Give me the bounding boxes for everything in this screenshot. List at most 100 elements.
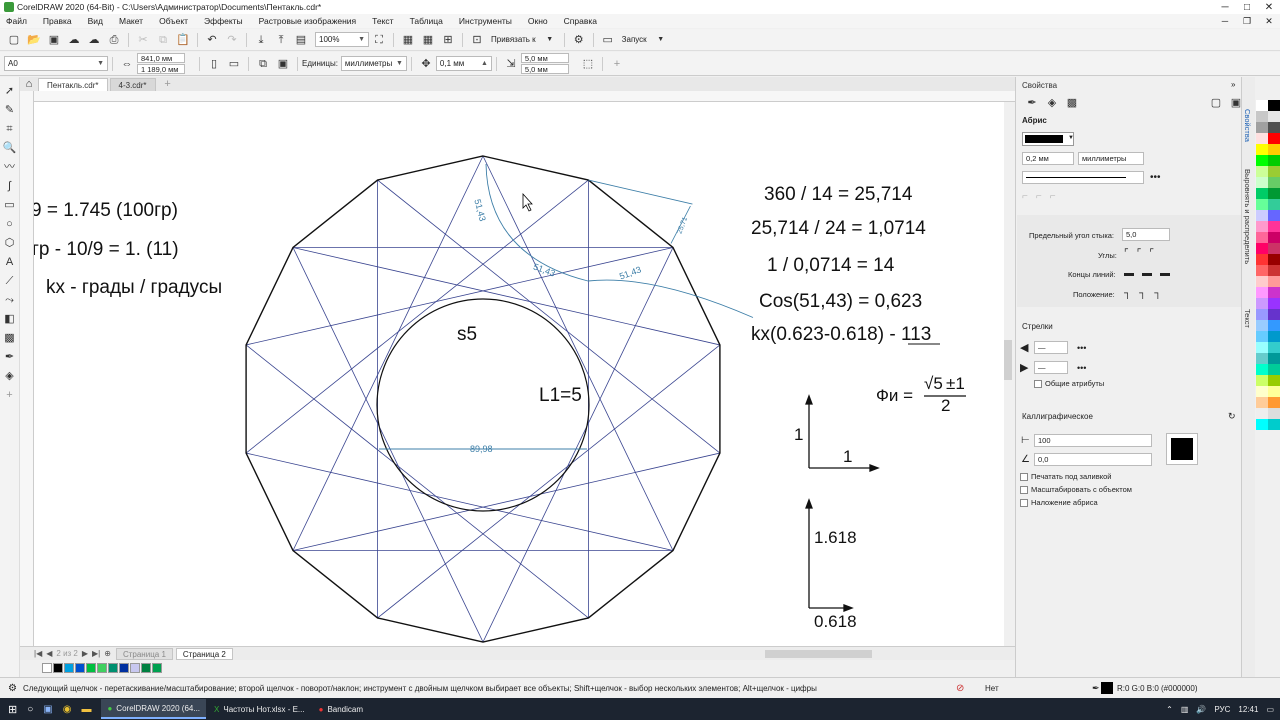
palette-swatch[interactable] [1268, 177, 1280, 188]
palette-swatch[interactable] [1256, 265, 1268, 276]
palette-swatch[interactable] [1268, 320, 1280, 331]
palette-swatch[interactable] [1256, 320, 1268, 331]
join-preset-icon[interactable]: ⌐ [1036, 191, 1042, 202]
cap-square-icon[interactable]: ▬ [1124, 268, 1134, 279]
connector-tool-icon[interactable]: ⤳ [2, 292, 18, 308]
chrome-icon[interactable]: ◉ [63, 704, 72, 715]
menu-table[interactable]: Таблица [410, 16, 443, 26]
chevron-down-icon[interactable]: ▼ [1068, 135, 1074, 141]
add-tool-icon[interactable]: + [2, 387, 18, 403]
palette-swatch[interactable] [1268, 419, 1280, 430]
scale-with-object-checkbox[interactable] [1020, 486, 1028, 495]
calligraphy-angle-input[interactable]: 0,0 [1034, 453, 1152, 466]
palette-swatch[interactable] [1256, 177, 1268, 188]
zoom-tool-icon[interactable]: 🔍 [2, 140, 18, 156]
snap-to-dropdown[interactable]: Привязать к [491, 35, 536, 44]
more-options-icon[interactable]: ••• [1150, 172, 1161, 183]
zoom-level-select[interactable]: 100% ▼ [315, 32, 369, 47]
menu-file[interactable]: Файл [6, 16, 27, 26]
no-color-swatch[interactable] [42, 662, 52, 673]
palette-swatch[interactable] [1256, 419, 1268, 430]
palette-swatch[interactable] [1256, 232, 1268, 243]
swatch-black[interactable] [53, 662, 63, 673]
portrait-icon[interactable]: ▯ [207, 57, 221, 71]
nudge-distance-input[interactable]: 0,1 мм ▲ [435, 56, 492, 71]
position-center-icon[interactable]: ┐ [1139, 288, 1146, 299]
vertical-scrollbar-thumb[interactable] [1004, 340, 1012, 380]
side-tab-text[interactable]: Текст [1243, 309, 1252, 328]
text-tool-icon[interactable]: A [2, 254, 18, 270]
doc-close-button[interactable]: ✕ [1258, 16, 1280, 27]
snap-icon[interactable]: ⊡ [470, 33, 484, 47]
menu-effects[interactable]: Эффекты [204, 16, 243, 26]
search-icon[interactable]: ○ [27, 704, 33, 715]
vertical-ruler[interactable] [20, 91, 34, 646]
cap-extended-icon[interactable]: ▬ [1160, 268, 1170, 279]
palette-swatch[interactable] [1256, 408, 1268, 419]
fill-tool-icon[interactable]: ◈ [2, 368, 18, 384]
shadow-tool-icon[interactable]: ◧ [2, 311, 18, 327]
palette-swatch[interactable] [1268, 276, 1280, 287]
print-under-fill-row[interactable]: Печатать под заливкой [1020, 472, 1111, 482]
clock[interactable]: 12:41 [1238, 705, 1258, 714]
page-tab-2[interactable]: Страница 2 [175, 647, 233, 660]
dimension-tool-icon[interactable]: ⟋ [2, 273, 18, 289]
open-folder-icon[interactable]: 📂 [27, 33, 41, 47]
menu-edit[interactable]: Правка [43, 16, 72, 26]
notifications-icon[interactable]: ▭ [1266, 705, 1274, 714]
swatch-lightgreen[interactable] [97, 662, 107, 673]
palette-swatch[interactable] [1268, 166, 1280, 177]
artistic-media-icon[interactable]: ∫ [2, 178, 18, 194]
end-arrow-select[interactable]: — [1034, 361, 1068, 374]
pdf-export-icon[interactable]: ▤ [294, 33, 308, 47]
palette-swatch[interactable] [1268, 210, 1280, 221]
tray-chevron-icon[interactable]: ⌃ [1166, 705, 1173, 714]
new-document-icon[interactable]: ▢ [7, 33, 21, 47]
folder-icon[interactable]: ▬ [81, 704, 91, 715]
close-button[interactable]: ✕ [1258, 2, 1280, 13]
add-page-icon[interactable]: ⊕ [104, 649, 111, 658]
print-under-fill-checkbox[interactable] [1020, 473, 1028, 482]
palette-swatch[interactable] [1256, 342, 1268, 353]
menu-tools[interactable]: Инструменты [459, 16, 512, 26]
palette-swatch[interactable] [1256, 243, 1268, 254]
volume-icon[interactable]: 🔊 [1196, 705, 1206, 714]
palette-swatch[interactable] [1256, 364, 1268, 375]
eyedropper-tool-icon[interactable]: ✒ [2, 349, 18, 365]
scale-with-object-row[interactable]: Масштабировать с объектом [1020, 485, 1132, 495]
drawing-canvas[interactable]: 51,43 51,43 51,43 25,71 89,98 9 = 1.745 … [34, 102, 1004, 646]
palette-swatch[interactable] [1256, 386, 1268, 397]
menu-window[interactable]: Окно [528, 16, 548, 26]
horizontal-scrollbar-thumb[interactable] [765, 650, 872, 658]
join-preset-icon[interactable]: ⌐ [1050, 191, 1056, 202]
next-page-icon[interactable]: ▶ [82, 649, 88, 658]
palette-swatch[interactable] [1268, 243, 1280, 254]
page-size-select[interactable]: A0 ▼ [4, 56, 108, 71]
start-arrow-select[interactable]: — [1034, 341, 1068, 354]
palette-swatch[interactable] [1256, 276, 1268, 287]
crop-tool-icon[interactable]: ⌗ [2, 121, 18, 137]
palette-swatch[interactable] [1268, 342, 1280, 353]
swatch-darkgreen[interactable] [141, 662, 151, 673]
units-select[interactable]: миллиметры ▼ [340, 56, 407, 71]
overprint-outline-checkbox[interactable] [1020, 499, 1028, 508]
page-tab-1[interactable]: Страница 1 [115, 647, 173, 660]
pick-tool-icon[interactable]: ➚ [2, 83, 18, 99]
outline-color-picker[interactable] [1022, 132, 1074, 146]
page-height-input[interactable]: 1 189,0 мм [137, 64, 185, 74]
miter-limit-input[interactable]: 5,0 [1122, 228, 1170, 241]
chevron-down-icon[interactable]: ▼ [543, 33, 557, 47]
redo-icon[interactable]: ↷ [225, 33, 239, 47]
palette-swatch[interactable] [1268, 155, 1280, 166]
guidelines-icon[interactable]: ⊞ [441, 33, 455, 47]
all-pages-icon[interactable]: ⧉ [256, 57, 270, 71]
corner-miter-icon[interactable]: ⌜ [1124, 248, 1129, 259]
rulers-icon[interactable]: ▦ [401, 33, 415, 47]
palette-swatch[interactable] [1268, 199, 1280, 210]
shape-tool-icon[interactable]: ✎ [2, 102, 18, 118]
new-tab-icon[interactable]: + [161, 77, 175, 91]
palette-swatch[interactable] [1268, 133, 1280, 144]
position-inside-icon[interactable]: ┐ [1154, 288, 1161, 299]
menu-help[interactable]: Справка [564, 16, 597, 26]
tab-4-3[interactable]: 4-3.cdr* [109, 78, 156, 91]
